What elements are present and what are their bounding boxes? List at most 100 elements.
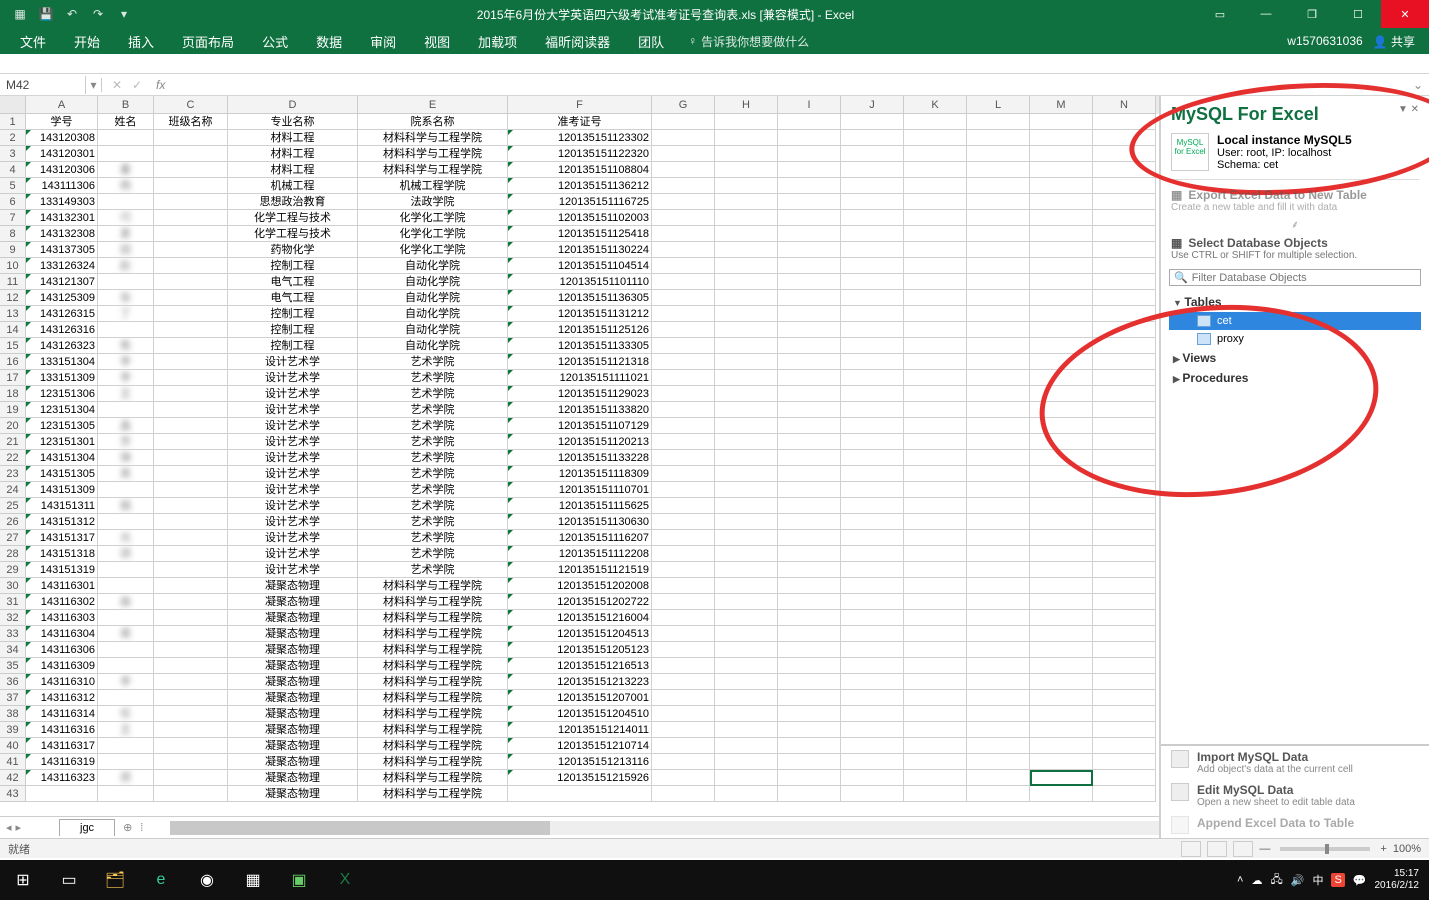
cell[interactable] xyxy=(967,178,1030,194)
cell[interactable]: 材料科学与工程学院 xyxy=(358,754,508,770)
cell[interactable] xyxy=(778,434,841,450)
cell[interactable] xyxy=(904,226,967,242)
cell[interactable]: 133149303 xyxy=(26,194,98,210)
cell[interactable] xyxy=(652,258,715,274)
cell[interactable]: 143120308 xyxy=(26,130,98,146)
cell[interactable]: 120135151202008 xyxy=(508,578,652,594)
cell[interactable]: 凝聚态物理 xyxy=(228,578,358,594)
cell[interactable] xyxy=(26,786,98,802)
cell[interactable] xyxy=(1030,354,1093,370)
cell[interactable]: 凝聚态物理 xyxy=(228,674,358,690)
cell[interactable] xyxy=(98,146,154,162)
cell[interactable]: 设计艺术学 xyxy=(228,386,358,402)
cell[interactable] xyxy=(904,290,967,306)
cell[interactable] xyxy=(652,466,715,482)
cell[interactable]: 143116323 xyxy=(26,770,98,786)
row-header[interactable]: 21 xyxy=(0,434,26,450)
cell[interactable] xyxy=(841,418,904,434)
cell[interactable]: 120135151121519 xyxy=(508,562,652,578)
cell[interactable] xyxy=(154,578,228,594)
tray-up-icon[interactable]: ˄ xyxy=(1237,874,1243,886)
cell[interactable] xyxy=(904,338,967,354)
cell[interactable] xyxy=(1093,482,1156,498)
tab-home[interactable]: 开始 xyxy=(60,28,114,55)
cell[interactable] xyxy=(98,194,154,210)
col-header[interactable]: A xyxy=(26,96,98,114)
sheet-nav-next-icon[interactable]: ▸ xyxy=(16,821,22,834)
cell[interactable]: 143116309 xyxy=(26,658,98,674)
row-header[interactable]: 18 xyxy=(0,386,26,402)
cell[interactable]: 设计艺术学 xyxy=(228,482,358,498)
cell[interactable] xyxy=(778,482,841,498)
cell[interactable] xyxy=(652,658,715,674)
cell[interactable] xyxy=(715,754,778,770)
cell[interactable]: 机械工程 xyxy=(228,178,358,194)
cell[interactable] xyxy=(1093,450,1156,466)
cell[interactable]: 杨 xyxy=(98,178,154,194)
cell[interactable] xyxy=(904,402,967,418)
cell[interactable] xyxy=(652,146,715,162)
cell[interactable] xyxy=(841,386,904,402)
cell[interactable] xyxy=(715,626,778,642)
cell[interactable] xyxy=(778,162,841,178)
cell[interactable]: 艺术学院 xyxy=(358,514,508,530)
cell[interactable]: 自动化学院 xyxy=(358,258,508,274)
cell[interactable] xyxy=(715,162,778,178)
cell[interactable] xyxy=(778,258,841,274)
cell[interactable] xyxy=(778,514,841,530)
cell[interactable] xyxy=(778,562,841,578)
redo-icon[interactable]: ↷ xyxy=(88,4,108,24)
cell[interactable] xyxy=(154,610,228,626)
cell[interactable]: 设计艺术学 xyxy=(228,418,358,434)
cell[interactable]: 院系名称 xyxy=(358,114,508,130)
row-header[interactable]: 7 xyxy=(0,210,26,226)
filter-box[interactable]: 🔍 xyxy=(1169,269,1421,286)
cell[interactable] xyxy=(1093,754,1156,770)
cell[interactable] xyxy=(967,130,1030,146)
cell[interactable] xyxy=(154,594,228,610)
import-action[interactable]: Import MySQL DataAdd object's data at th… xyxy=(1161,746,1429,779)
cell[interactable] xyxy=(841,594,904,610)
col-header[interactable]: E xyxy=(358,96,508,114)
excel-taskbar-icon[interactable]: X xyxy=(322,860,368,900)
cell[interactable]: 艺术学院 xyxy=(358,434,508,450)
cell[interactable] xyxy=(652,786,715,802)
cell[interactable] xyxy=(1030,642,1093,658)
view-normal-icon[interactable] xyxy=(1181,841,1201,857)
cell[interactable]: 设计艺术学 xyxy=(228,402,358,418)
cell[interactable]: 120135151214011 xyxy=(508,722,652,738)
cell[interactable] xyxy=(904,594,967,610)
cell[interactable] xyxy=(652,738,715,754)
cell[interactable] xyxy=(841,626,904,642)
cell[interactable] xyxy=(652,290,715,306)
cell[interactable] xyxy=(652,306,715,322)
cell[interactable]: 艺术学院 xyxy=(358,386,508,402)
cell[interactable] xyxy=(715,450,778,466)
user-name[interactable]: w1570631036 xyxy=(1287,34,1362,48)
cell[interactable]: 艺术学院 xyxy=(358,466,508,482)
row-header[interactable]: 2 xyxy=(0,130,26,146)
cell[interactable]: 凝聚态物理 xyxy=(228,690,358,706)
cell[interactable] xyxy=(967,706,1030,722)
cell[interactable] xyxy=(841,514,904,530)
row-header[interactable]: 19 xyxy=(0,402,26,418)
cell[interactable]: 120135151216004 xyxy=(508,610,652,626)
cell[interactable] xyxy=(841,690,904,706)
row-header[interactable]: 31 xyxy=(0,594,26,610)
cell[interactable]: 120135151112208 xyxy=(508,546,652,562)
cell[interactable]: 晶 xyxy=(98,418,154,434)
fx-icon[interactable]: fx xyxy=(152,78,169,92)
cell[interactable] xyxy=(154,290,228,306)
tree-group-tables[interactable]: Tables xyxy=(1169,292,1421,312)
cell[interactable] xyxy=(715,466,778,482)
cell[interactable]: 设计艺术学 xyxy=(228,546,358,562)
cell[interactable]: 设计艺术学 xyxy=(228,498,358,514)
row-header[interactable]: 16 xyxy=(0,354,26,370)
cell[interactable]: 材料科学与工程学院 xyxy=(358,738,508,754)
row-header[interactable]: 12 xyxy=(0,290,26,306)
cell[interactable]: 思想政治教育 xyxy=(228,194,358,210)
formula-expand-icon[interactable]: ⌄ xyxy=(1407,78,1429,92)
cell[interactable]: 120135151102003 xyxy=(508,210,652,226)
cell[interactable] xyxy=(715,738,778,754)
cell[interactable] xyxy=(1030,674,1093,690)
